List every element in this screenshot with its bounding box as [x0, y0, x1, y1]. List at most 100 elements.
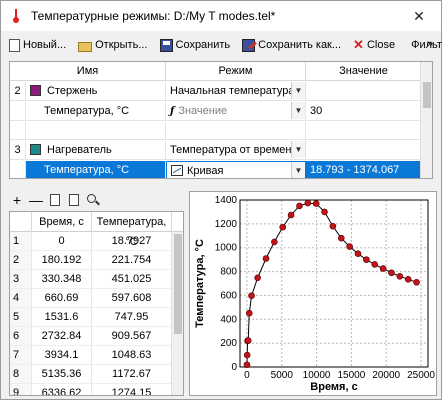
rod-temperature-mode-select[interactable]: ƒ Значение ▼	[166, 102, 306, 120]
empty-cell	[166, 122, 306, 140]
table-row[interactable]: 9 6336.62 1274.15	[10, 384, 172, 395]
data-point	[396, 273, 404, 280]
table-row[interactable]: 8 5135.36 1172.67	[10, 365, 172, 384]
splitter[interactable]	[1, 182, 441, 185]
time-cell[interactable]: 180.192	[32, 251, 92, 270]
zoom-fit-icon[interactable]	[85, 192, 101, 208]
temperature-cell[interactable]: 1048.63	[92, 346, 172, 365]
window-close-button[interactable]: ✕	[397, 1, 441, 31]
chevron-down-icon[interactable]: ▼	[291, 162, 305, 178]
row-index[interactable]: 5	[10, 308, 32, 327]
new-button[interactable]: Новый...	[5, 34, 70, 56]
row-index[interactable]: 4	[10, 289, 32, 308]
temperature-cell[interactable]: 909.567	[92, 327, 172, 346]
table-row[interactable]: 1 0 18.7927	[10, 232, 172, 251]
temperature-cell[interactable]: 1172.67	[92, 365, 172, 384]
row-index[interactable]: 3	[10, 270, 32, 289]
row-number	[10, 122, 26, 140]
data-point	[329, 222, 337, 230]
table-toolbar: + —	[9, 191, 104, 209]
temperature-cell[interactable]: 451.025	[92, 270, 172, 289]
rod-mode-select[interactable]: Начальная температура ▼	[166, 82, 306, 100]
time-cell[interactable]: 1531.6	[32, 308, 92, 327]
y-tick-label: 800	[220, 267, 237, 278]
scrollbar-thumb[interactable]	[174, 234, 182, 334]
title-bar: Температурные режимы: D:/My T modes.tel*…	[1, 1, 441, 31]
row-index[interactable]: 2	[10, 251, 32, 270]
scrollbar-thumb[interactable]	[423, 82, 431, 108]
y-tick-label: 1200	[215, 219, 238, 230]
temperature-cell[interactable]: 747.95	[92, 308, 172, 327]
data-point	[271, 238, 278, 246]
close-file-button[interactable]: ✕ Close	[349, 34, 399, 56]
table-row[interactable]: 3 330.348 451.025	[10, 270, 172, 289]
table-row[interactable]: 2 180.192 221.754	[10, 251, 172, 270]
temperature-cell[interactable]: 597.608	[92, 289, 172, 308]
heater-name-cell[interactable]: Нагреватель	[26, 141, 166, 159]
heater-value-cell[interactable]	[306, 141, 422, 159]
grid-row-heater[interactable]: 3 Нагреватель Температура от времени ▼	[10, 141, 422, 160]
x-tick-label: 20000	[372, 370, 400, 381]
open-button[interactable]: Открыть...	[74, 34, 151, 56]
temperature-cell[interactable]: 221.754	[92, 251, 172, 270]
column-header-temperature[interactable]: Температура, °C	[92, 212, 172, 248]
y-tick-label: 1400	[215, 195, 238, 206]
row-number	[10, 161, 26, 178]
close-red-x-icon: ✕	[353, 37, 364, 52]
export-file-icon[interactable]	[66, 192, 82, 208]
remove-row-icon[interactable]: —	[28, 192, 44, 208]
table-row[interactable]: 5 1531.6 747.95	[10, 308, 172, 327]
row-index[interactable]: 7	[10, 346, 32, 365]
grid-scrollbar[interactable]	[420, 62, 432, 178]
save-button[interactable]: Сохранить	[156, 34, 235, 56]
time-cell[interactable]: 330.348	[32, 270, 92, 289]
import-file-icon[interactable]	[47, 192, 63, 208]
window-title: Температурные режимы: D:/My T modes.tel*	[31, 9, 276, 23]
y-tick-label: 0	[231, 362, 237, 373]
temperature-cell[interactable]: 1274.15	[92, 384, 172, 395]
heater-temperature-mode-select[interactable]: Кривая ▼	[166, 161, 306, 178]
heater-mode-select[interactable]: Температура от времени ▼	[166, 141, 306, 159]
time-cell[interactable]: 5135.36	[32, 365, 92, 384]
function-icon: ƒ	[170, 106, 175, 117]
data-point	[254, 274, 261, 282]
rod-name-cell[interactable]: Стержень	[26, 82, 166, 100]
grid-row-heater-temperature[interactable]: Температура, °C Кривая ▼ 18.793 - 1374.0…	[10, 161, 422, 178]
row-index[interactable]: 6	[10, 327, 32, 346]
row-index[interactable]: 8	[10, 365, 32, 384]
column-header-time[interactable]: Время, с	[32, 212, 92, 232]
data-point	[312, 200, 320, 207]
data-point	[363, 256, 370, 263]
table-scrollbar[interactable]	[171, 232, 183, 395]
heater-temperature-value[interactable]: 18.793 - 1374.067	[306, 161, 422, 178]
grid-row-rod-temperature[interactable]: Температура, °C ƒ Значение ▼ 30	[10, 102, 422, 121]
time-cell[interactable]: 3934.1	[32, 346, 92, 365]
time-cell[interactable]: 0	[32, 232, 92, 251]
table-row[interactable]: 4 660.69 597.608	[10, 289, 172, 308]
time-cell[interactable]: 2732.84	[32, 327, 92, 346]
table-row[interactable]: 6 2732.84 909.567	[10, 327, 172, 346]
heater-mode-value: Температура от времени	[170, 144, 298, 156]
chevron-down-icon[interactable]: ▼	[291, 141, 305, 158]
data-point	[243, 361, 251, 369]
add-row-icon[interactable]: +	[9, 192, 25, 208]
grid-row-rod[interactable]: 2 Стержень Начальная температура ▼	[10, 82, 422, 101]
chevron-down-icon[interactable]: ▼	[291, 102, 305, 119]
column-header-mode[interactable]: Режим	[166, 62, 306, 81]
table-row[interactable]: 7 3934.1 1048.63	[10, 346, 172, 365]
column-header-value[interactable]: Значение	[306, 62, 422, 81]
toolbar-overflow-chevron-icon[interactable]: »	[427, 38, 433, 50]
row-index[interactable]: 1	[10, 232, 32, 251]
chevron-down-icon[interactable]: ▼	[291, 82, 305, 99]
rod-temperature-value[interactable]: 30	[306, 102, 422, 120]
time-cell[interactable]: 660.69	[32, 289, 92, 308]
time-cell[interactable]: 6336.62	[32, 384, 92, 395]
rod-value-cell[interactable]	[306, 82, 422, 100]
x-tick-label: 15000	[338, 370, 366, 381]
folder-open-icon	[78, 41, 93, 52]
temperature-cell[interactable]: 18.7927	[92, 232, 172, 251]
row-index[interactable]: 9	[10, 384, 32, 395]
save-as-button[interactable]: Сохранить как...	[238, 34, 345, 56]
data-table: Время, с Температура, °C 1 0 18.7927 2 180.1…	[9, 211, 184, 396]
column-header-name[interactable]: Имя	[10, 62, 166, 81]
